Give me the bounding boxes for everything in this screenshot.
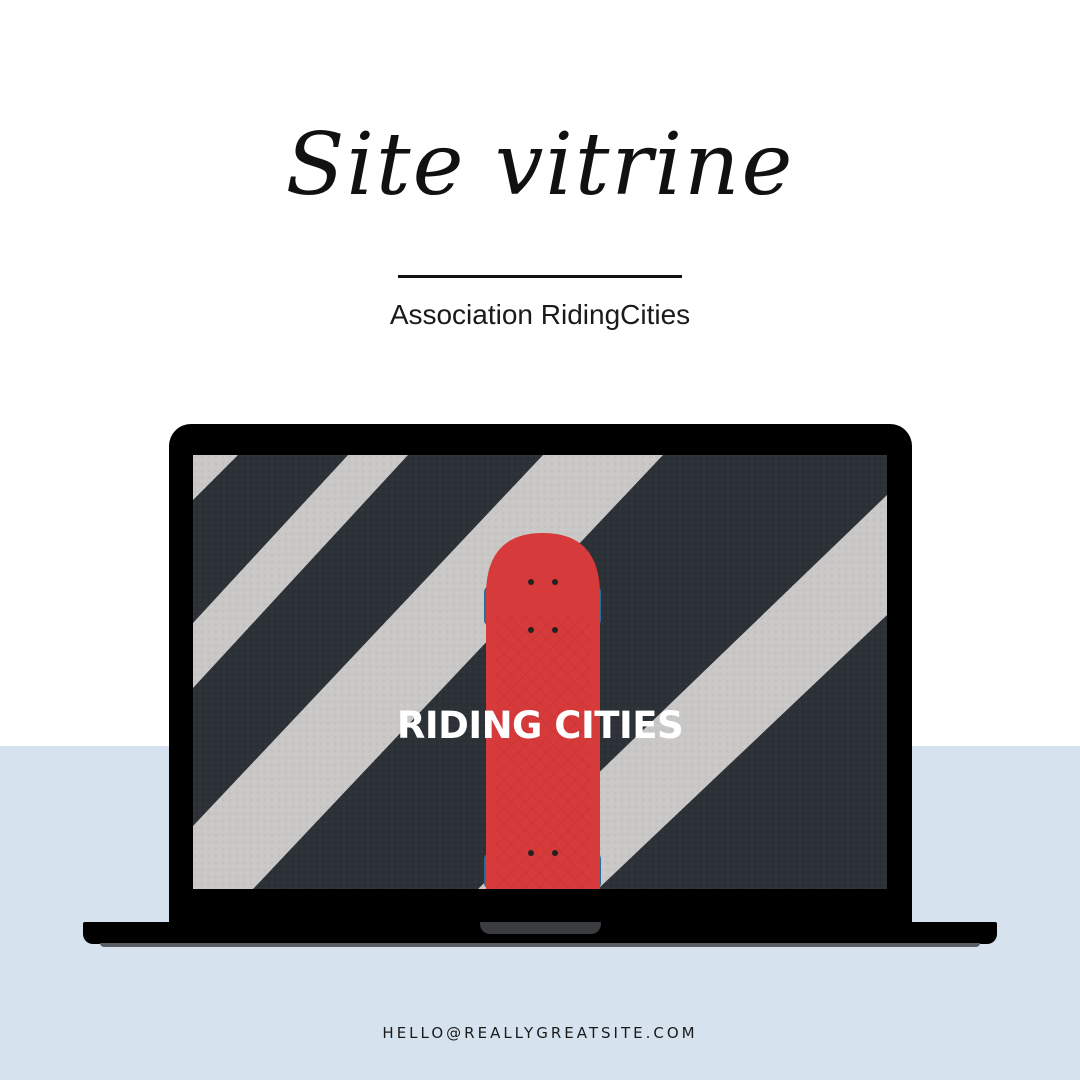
contact-email: HELLO@REALLYGREATSITE.COM — [382, 1024, 698, 1042]
skateboard-bolt — [528, 627, 534, 633]
laptop-screen — [193, 455, 887, 889]
skateboard-bolt — [528, 850, 534, 856]
screen-title: RIDING CITIES — [396, 704, 684, 747]
headline: Site vitrine — [285, 115, 795, 215]
laptop-base-edge — [100, 943, 980, 947]
laptop-notch — [480, 922, 601, 934]
subtitle: Association RidingCities — [389, 299, 691, 330]
divider — [398, 275, 682, 278]
skateboard-bolt — [552, 627, 558, 633]
skateboard-bolt — [528, 579, 534, 585]
skateboard-on-crosswalk-image — [193, 455, 887, 889]
skateboard-bolt — [552, 850, 558, 856]
skateboard-bolt — [552, 579, 558, 585]
skateboard-grip-pattern — [496, 615, 590, 889]
